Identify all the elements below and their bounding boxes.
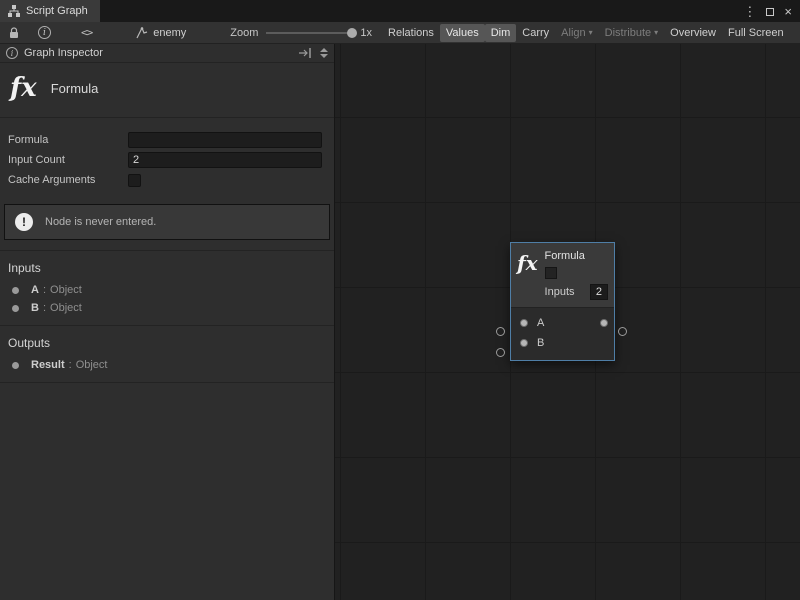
dim-button[interactable]: Dim xyxy=(485,24,517,42)
formula-node-body: A B xyxy=(511,308,614,360)
inspector-header: i Graph Inspector xyxy=(0,44,334,63)
dock-icon[interactable] xyxy=(299,48,312,58)
external-port-result-icon[interactable] xyxy=(618,327,627,336)
fullscreen-button[interactable]: Full Screen xyxy=(722,24,790,42)
graph-target-label: enemy xyxy=(153,27,186,39)
inspector-fields: Formula Input Count Cache Arguments xyxy=(0,118,334,196)
formula-node[interactable]: fx Formula Inputs 2 A xyxy=(510,242,615,361)
graph-target[interactable]: enemy xyxy=(136,27,186,39)
graph-inspector-panel: i Graph Inspector fx Formula Formula xyxy=(0,44,335,600)
distribute-button[interactable]: Distribute▾ xyxy=(599,24,664,42)
values-button[interactable]: Values xyxy=(440,24,485,42)
cache-arguments-checkbox[interactable] xyxy=(128,174,141,187)
align-button[interactable]: Align▾ xyxy=(555,24,598,42)
port-bullet-icon xyxy=(12,362,19,369)
input-count-input[interactable] xyxy=(128,152,322,168)
external-port-a-icon[interactable] xyxy=(496,327,505,336)
input-count-label: Input Count xyxy=(8,154,128,166)
outputs-section-title: Outputs xyxy=(0,332,334,356)
port-row-b: B xyxy=(511,333,614,353)
formula-input[interactable] xyxy=(128,132,322,148)
lock-icon[interactable] xyxy=(4,24,24,42)
zoom-value: 1x xyxy=(360,27,372,39)
unit-header: fx Formula xyxy=(0,63,334,118)
graph-owner-icon xyxy=(136,27,148,39)
port-row-a: A xyxy=(511,313,614,333)
node-inputs-label: Inputs xyxy=(545,286,575,298)
list-item: B : Object xyxy=(0,299,334,317)
relations-button[interactable]: Relations xyxy=(382,24,440,42)
tab-script-graph[interactable]: Script Graph xyxy=(0,0,100,22)
chevron-down-icon: ▾ xyxy=(654,28,658,37)
port-bullet-icon xyxy=(12,287,19,294)
formula-node-header[interactable]: fx Formula Inputs 2 xyxy=(511,243,614,308)
inspector-title: Graph Inspector xyxy=(24,47,103,59)
input-port-b-icon[interactable] xyxy=(520,339,528,347)
warning-icon: ! xyxy=(15,213,33,231)
overview-button[interactable]: Overview xyxy=(664,24,722,42)
port-label-a: A xyxy=(537,317,544,329)
menu-icon[interactable]: ⋮ xyxy=(743,5,756,18)
inputs-section: Inputs A : Object B : Object xyxy=(0,250,334,325)
cache-arguments-row: Cache Arguments xyxy=(8,170,322,190)
unit-title: Formula xyxy=(51,81,99,96)
chevron-down-icon: ▾ xyxy=(589,28,593,37)
graph-toolbar: i <> enemy Zoom 1x Relations Values Dim … xyxy=(0,22,800,44)
input-port-a-icon[interactable] xyxy=(520,319,528,327)
inputs-section-title: Inputs xyxy=(0,257,334,281)
outputs-section: Outputs Result : Object xyxy=(0,325,334,382)
zoom-slider[interactable] xyxy=(266,32,352,34)
warning-box: ! Node is never entered. xyxy=(4,204,330,240)
node-input-count-field[interactable]: 2 xyxy=(590,284,608,300)
arrow-down-icon xyxy=(320,54,328,58)
fx-icon: fx xyxy=(517,250,538,300)
port-bullet-icon xyxy=(12,305,19,312)
zoom-label: Zoom xyxy=(230,27,258,39)
arrow-up-icon xyxy=(320,48,328,52)
script-graph-icon xyxy=(8,5,20,17)
fx-icon: fx xyxy=(10,75,37,101)
restore-icon[interactable] xyxy=(766,5,774,18)
node-inputs-row: Inputs 2 xyxy=(545,284,608,300)
graph-canvas[interactable]: fx Formula Inputs 2 A xyxy=(335,44,800,600)
zoom-slider-handle[interactable] xyxy=(347,28,357,38)
list-item: Result : Object xyxy=(0,356,334,374)
info-icon[interactable]: i xyxy=(38,26,51,39)
node-formula-checkbox[interactable] xyxy=(545,267,557,279)
cache-arguments-label: Cache Arguments xyxy=(8,174,128,186)
info-icon: i xyxy=(6,47,18,59)
carry-button[interactable]: Carry xyxy=(516,24,555,42)
tab-label: Script Graph xyxy=(26,5,88,17)
port-label-b: B xyxy=(537,337,544,349)
input-count-field-row: Input Count xyxy=(8,150,322,170)
external-port-b-icon[interactable] xyxy=(496,348,505,357)
pane-scroll-arrows[interactable] xyxy=(320,48,330,58)
formula-field-label: Formula xyxy=(8,134,128,146)
output-port-result-icon[interactable] xyxy=(600,319,608,327)
code-icon[interactable]: <> xyxy=(81,26,92,39)
close-icon[interactable]: × xyxy=(784,5,792,18)
window-controls: ⋮ × xyxy=(743,0,800,22)
warning-text: Node is never entered. xyxy=(45,216,156,228)
list-item: A : Object xyxy=(0,281,334,299)
section-divider xyxy=(0,382,334,383)
unity-script-graph-window: Script Graph ⋮ × i <> enemy Zoom xyxy=(0,0,800,600)
tab-bar: Script Graph ⋮ × xyxy=(0,0,800,22)
formula-field-row: Formula xyxy=(8,130,322,150)
node-title: Formula xyxy=(545,250,608,262)
